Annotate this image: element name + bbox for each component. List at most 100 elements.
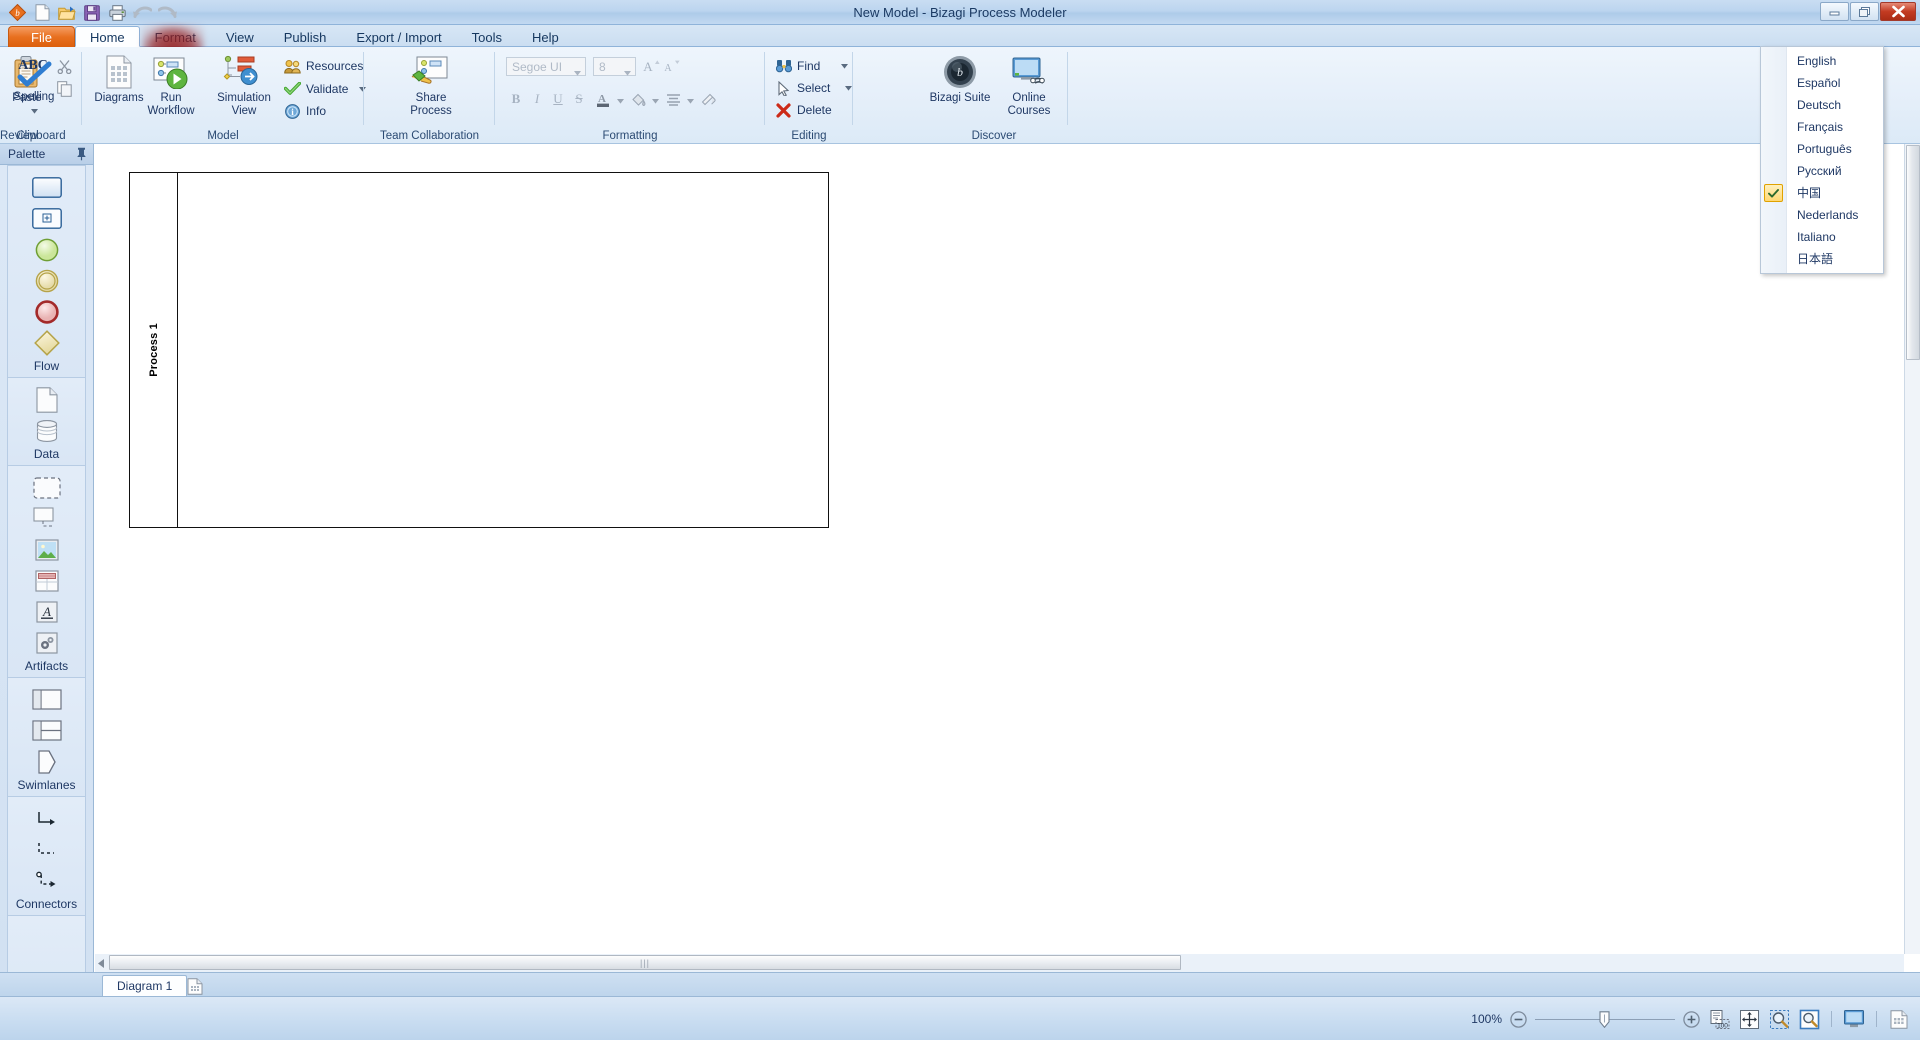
palette-item-task-shape[interactable] <box>8 172 85 203</box>
full-screen-button[interactable] <box>1843 1008 1865 1030</box>
palette-item-data-store-shape[interactable] <box>8 415 85 446</box>
validate-button[interactable]: Validate <box>284 79 367 99</box>
font-name-value: Segoe UI <box>512 59 563 74</box>
fill-color-chevron-icon[interactable] <box>645 91 665 111</box>
font-color-chevron-icon[interactable] <box>610 91 630 111</box>
palette-item-intermediate-event-shape[interactable] <box>8 265 85 296</box>
language-item-espanol[interactable]: Español <box>1761 72 1883 94</box>
discover-group-label: Discover <box>971 130 1017 142</box>
diagram-tab-1[interactable]: Diagram 1 <box>102 975 188 997</box>
add-diagram-icon[interactable] <box>186 977 204 995</box>
pool-header[interactable]: Process 1 <box>130 173 178 527</box>
vertical-scroll-thumb[interactable] <box>1906 145 1920 360</box>
language-item-label: English <box>1797 54 1837 68</box>
palette-item-data-object-shape[interactable] <box>8 384 85 415</box>
palette-item-milestone-shape[interactable] <box>8 746 85 777</box>
run-workflow-button[interactable]: Run Workflow <box>140 53 202 118</box>
palette-item-pool-shape[interactable] <box>8 684 85 715</box>
language-item-english[interactable]: English <box>1761 50 1883 72</box>
checkmark-icon <box>1764 184 1783 202</box>
bold-button[interactable]: B <box>506 89 526 109</box>
language-item-francais[interactable]: Français <box>1761 116 1883 138</box>
minimize-button[interactable] <box>1820 2 1849 21</box>
zoom-in-button[interactable] <box>1683 1010 1700 1028</box>
validate-check-icon <box>284 81 301 98</box>
language-item-chinese[interactable]: 中国 <box>1761 182 1883 204</box>
palette-item-annotation-shape[interactable] <box>8 503 85 534</box>
info-label: Info <box>306 104 327 118</box>
find-button[interactable]: Find <box>775 56 849 76</box>
strikethrough-button[interactable]: S <box>569 89 589 109</box>
diagram-canvas[interactable]: Process 1 <box>95 144 1904 954</box>
language-item-nederlands[interactable]: Nederlands <box>1761 204 1883 226</box>
tab-view[interactable]: View <box>211 26 269 47</box>
tab-help[interactable]: Help <box>517 26 574 47</box>
palette-item-association-connector[interactable] <box>8 834 85 865</box>
spelling-button[interactable]: ABC Spelling <box>3 52 65 118</box>
tab-file[interactable]: File <box>8 26 75 47</box>
underline-button[interactable]: U <box>548 89 568 109</box>
palette-item-subprocess-shape[interactable] <box>8 203 85 234</box>
resources-button[interactable]: Resources <box>284 56 363 76</box>
scroll-left-arrow-icon[interactable] <box>95 954 107 972</box>
shrink-font-button[interactable]: A <box>661 56 681 76</box>
palette-item-sequence-flow-connector[interactable] <box>8 803 85 834</box>
tab-publish[interactable]: Publish <box>269 26 342 47</box>
language-item-russian[interactable]: Русский <box>1761 160 1883 182</box>
palette-item-lane-shape[interactable] <box>8 715 85 746</box>
zoom-slider[interactable] <box>1535 1010 1675 1028</box>
tab-home[interactable]: Home <box>74 26 140 47</box>
title-bar: b New Model - Bizagi Process Modeler <box>0 0 1920 25</box>
zoom-selection-button[interactable] <box>1768 1008 1790 1030</box>
online-courses-button[interactable]: Online Courses <box>998 53 1060 118</box>
delete-button[interactable]: Delete <box>775 100 832 120</box>
horizontal-scrollbar[interactable]: ||| <box>95 954 1904 972</box>
font-name-combo[interactable]: Segoe UI <box>506 57 586 76</box>
clear-format-button[interactable] <box>698 89 718 109</box>
info-button[interactable]: i Info <box>284 101 326 121</box>
palette-item-header-shape[interactable] <box>8 565 85 596</box>
ribbon-tab-bar: File Home Format View Publish Export / I… <box>0 25 1920 71</box>
fit-to-page-button[interactable] <box>1738 1008 1760 1030</box>
spelling-chevron-icon[interactable] <box>30 105 38 118</box>
ribbon-group-editing: Find Select Delete Editing <box>765 47 853 144</box>
palette-item-start-event-shape[interactable] <box>8 234 85 265</box>
bizagi-suite-button[interactable]: b Bizagi Suite <box>925 53 995 105</box>
close-button[interactable] <box>1880 2 1916 21</box>
language-item-label: Nederlands <box>1797 208 1859 222</box>
palette-item-message-flow-connector[interactable] <box>8 865 85 896</box>
font-size-combo[interactable]: 8 <box>593 57 636 76</box>
italic-button[interactable]: I <box>527 89 547 109</box>
pool-shape[interactable]: Process 1 <box>129 172 829 528</box>
language-item-portugues[interactable]: Português <box>1761 138 1883 160</box>
share-process-button[interactable]: Share Process <box>396 53 466 118</box>
chevron-down-icon <box>841 63 849 69</box>
tab-format[interactable]: Format <box>140 26 211 47</box>
select-button[interactable]: Select <box>775 78 853 98</box>
grid-view-button[interactable] <box>1888 1008 1910 1030</box>
grow-font-button[interactable]: A <box>641 56 661 76</box>
palette-section-connectors: Connectors <box>7 797 86 916</box>
palette-item-end-event-shape[interactable] <box>8 296 85 327</box>
horizontal-scroll-thumb[interactable]: ||| <box>109 955 1181 970</box>
palette-item-text-shape[interactable]: A <box>8 596 85 627</box>
zoom-out-button[interactable] <box>1510 1010 1527 1028</box>
palette-item-gateway-shape[interactable] <box>8 327 85 358</box>
restore-button[interactable] <box>1850 2 1879 21</box>
language-item-deutsch[interactable]: Deutsch <box>1761 94 1883 116</box>
tab-tools[interactable]: Tools <box>457 26 517 47</box>
zoom-window-button[interactable] <box>1798 1008 1820 1030</box>
chevron-down-icon <box>574 65 581 79</box>
zoom-percent-label: 100% <box>1471 1012 1502 1026</box>
palette-item-group-shape[interactable] <box>8 472 85 503</box>
language-item-italiano[interactable]: Italiano <box>1761 226 1883 248</box>
tab-export-import[interactable]: Export / Import <box>341 26 456 47</box>
zoom-100-button[interactable]: 100 <box>1708 1008 1730 1030</box>
align-chevron-icon[interactable] <box>680 91 700 111</box>
palette-item-image-shape[interactable] <box>8 534 85 565</box>
zoom-slider-thumb[interactable] <box>1599 1010 1610 1028</box>
language-item-japanese[interactable]: 日本語 <box>1761 248 1883 270</box>
vertical-scrollbar[interactable] <box>1904 144 1920 954</box>
simulation-view-button[interactable]: Simulation View <box>210 53 278 118</box>
palette-item-custom-artifact-shape[interactable] <box>8 627 85 658</box>
